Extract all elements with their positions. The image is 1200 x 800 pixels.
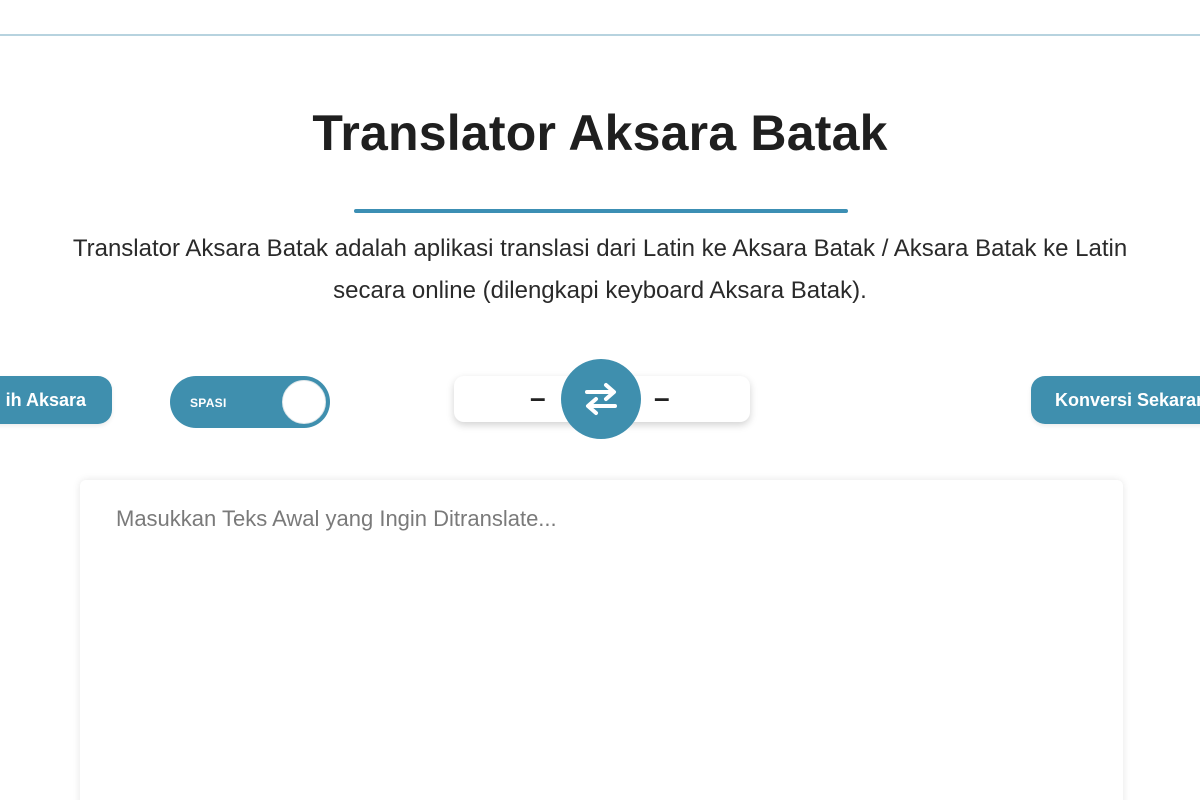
swap-language-button[interactable] <box>561 359 641 439</box>
pilih-aksara-button[interactable]: ih Aksara <box>0 376 112 424</box>
konversi-sekarang-button[interactable]: Konversi Sekarang <box>1031 376 1200 424</box>
description-line-2: secara online (dilengkapi keyboard Aksar… <box>333 277 867 304</box>
source-text-input[interactable] <box>80 480 1123 800</box>
swap-arrows-icon <box>585 383 617 415</box>
page-description: Translator Aksara Batak adalah aplikasi … <box>0 228 1200 312</box>
spasi-toggle[interactable]: SPASI <box>170 376 330 428</box>
spasi-toggle-label: SPASI <box>190 396 227 410</box>
top-divider <box>0 34 1200 36</box>
page: Translator Aksara Batak Translator Aksar… <box>0 0 1200 800</box>
title-underline <box>354 209 848 213</box>
target-language[interactable]: – <box>654 382 670 414</box>
source-language[interactable]: – <box>530 382 546 414</box>
toggle-knob <box>282 380 326 424</box>
input-text-card <box>80 480 1123 800</box>
page-title: Translator Aksara Batak <box>312 105 888 161</box>
description-line-1: Translator Aksara Batak adalah aplikasi … <box>72 235 1128 262</box>
